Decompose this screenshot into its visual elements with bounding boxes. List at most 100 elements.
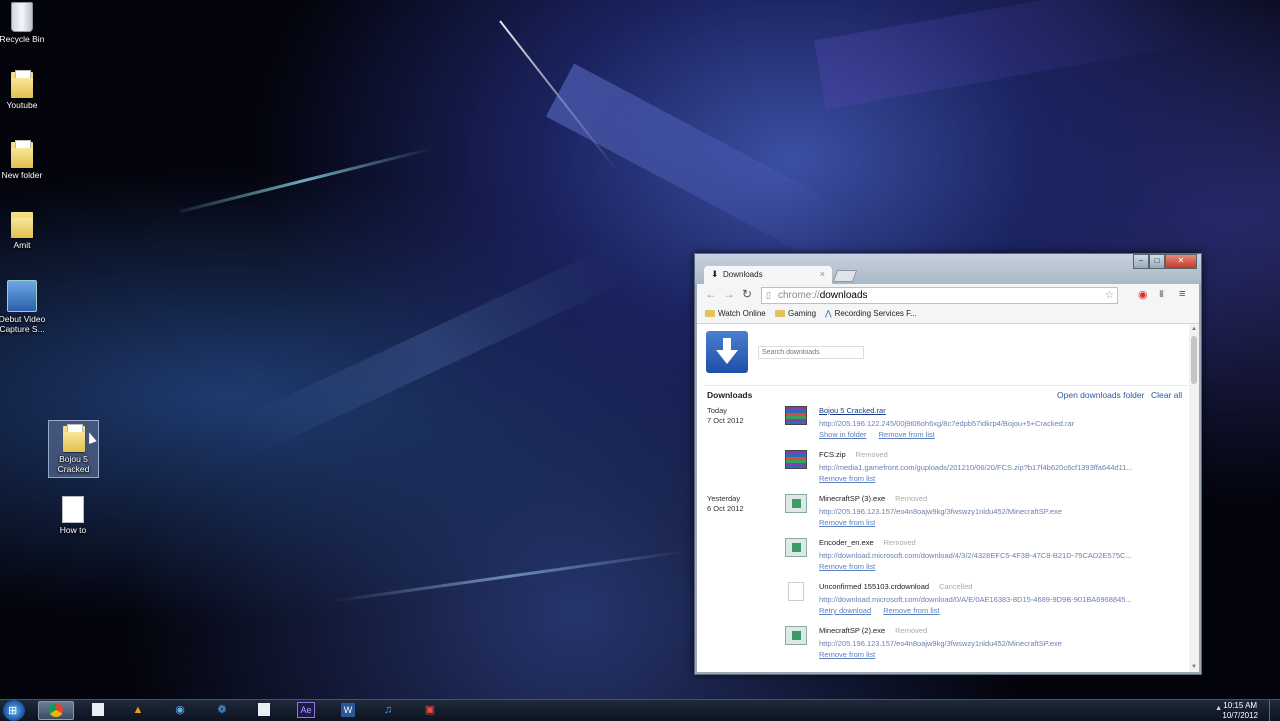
remove-from-list-link[interactable]: Remove from list [819,518,875,527]
page-scrollbar[interactable]: ▲ ▼ [1189,324,1199,672]
day-label: Yesterday [707,494,741,503]
tab-strip: ⬇ Downloads × – □ ✕ [695,254,1201,284]
bookmarks-bar: Watch Online Gaming ⋀ Recording Services … [697,306,1199,324]
address-bar[interactable]: ▯ chrome://downloads ☆ [761,287,1118,304]
text-file-icon [62,496,84,523]
signal-icon[interactable]: ▮ [1159,288,1164,299]
download-url[interactable]: http://download.microsoft.com/download/0… [819,595,1159,604]
download-status: Removed [895,494,928,503]
scroll-down-icon[interactable]: ▼ [1191,664,1197,670]
remove-from-list-link[interactable]: Remove from list [819,650,875,659]
download-item: MinecraftSP (3).exe Removed http://205.19… [785,494,1185,534]
after-effects-icon: Ae [297,702,315,718]
app-icon [92,703,104,716]
system-clock[interactable]: 10:15 AM 10/7/2012 [1222,701,1258,721]
desktop-icon-amit[interactable]: Amit [0,210,55,250]
desktop-icon-how-to[interactable]: How to [40,496,106,535]
show-in-folder-link[interactable]: Show in folder [819,430,867,439]
tab-downloads[interactable]: ⬇ Downloads × [704,266,832,284]
desktop-icon-debut[interactable]: Debut Video Capture S... [0,280,55,334]
download-url[interactable]: http://205.196.123.157/eo4n8oajw9kg/3fws… [819,507,1159,516]
bookmark-icon: ⋀ [825,309,832,318]
back-icon[interactable]: ← [705,287,717,301]
download-url[interactable]: http://205.196.123.157/eo4n8oajw9kg/3fws… [819,639,1159,648]
tab-title: Downloads [723,270,763,279]
clock-time: 10:15 AM [1223,701,1258,710]
desktop-icon-recycle-bin[interactable]: Recycle Bin [0,2,55,44]
folder-icon [705,310,715,317]
download-actions: Show in folder Remove from list [819,430,945,439]
tab-close-icon[interactable]: × [820,269,825,279]
forward-icon[interactable]: → [723,287,735,301]
retry-download-link[interactable]: Retry download [819,606,871,615]
download-actions: Remove from list [819,650,885,659]
download-url[interactable]: http://media1.gamefront.com/guploads/201… [819,463,1159,472]
taskbar-word[interactable]: W [330,701,366,720]
desktop-icon-new-folder[interactable]: New folder [0,140,55,180]
remove-from-list-link[interactable]: Remove from list [819,474,875,483]
taskbar-photoshop[interactable]: ❁ [204,701,240,720]
windows-logo-icon: ⊞ [8,705,18,717]
maximize-button[interactable]: □ [1149,254,1165,269]
start-button[interactable]: ⊞ [3,700,25,721]
taskbar-app[interactable] [246,701,282,720]
new-tab-button[interactable] [832,270,858,282]
day-group-today: Today 7 Oct 2012 [707,406,744,426]
taskbar-media[interactable]: ◉ [162,701,198,720]
download-item: Encoder_en.exe Removed http://download.mi… [785,538,1185,578]
open-downloads-folder-link[interactable]: Open downloads folder [1057,390,1144,400]
download-status: Removed [855,450,888,459]
menu-icon[interactable]: ≡ [1179,288,1185,300]
desktop-icon-youtube[interactable]: Youtube [0,70,55,110]
bookmark-gaming[interactable]: Gaming [775,309,816,318]
download-status: Cancelled [939,582,973,591]
app-icon: ▣ [424,704,436,716]
search-downloads-input[interactable] [758,346,864,359]
wallpaper-streak [179,147,433,213]
close-button[interactable]: ✕ [1165,254,1197,269]
tray-chevron-icon[interactable]: ▲ [1215,705,1222,712]
chrome-icon [49,703,63,717]
bookmark-star-icon[interactable]: ☆ [1105,288,1114,303]
download-name[interactable]: Bojou 5 Cracked.rar [819,406,886,415]
remove-from-list-link[interactable]: Remove from list [879,430,935,439]
download-status: Removed [895,626,928,635]
address-url: chrome://downloads [778,288,868,303]
extension-icon[interactable]: ◉ [1138,288,1148,301]
folder-icon [775,310,785,317]
desktop-icon-label: How to [59,525,87,535]
bookmark-recording-services[interactable]: ⋀ Recording Services F... [825,309,917,318]
desktop-icon-label: New folder [1,170,43,180]
taskbar-app[interactable] [80,701,116,720]
remove-from-list-link[interactable]: Remove from list [819,562,875,571]
minimize-button[interactable]: – [1133,254,1149,269]
download-actions: Remove from list [819,562,885,571]
downloads-header: Downloads Open downloads folder Clear al… [705,385,1187,400]
taskbar-app[interactable]: ▣ [412,701,448,720]
taskbar-itunes[interactable]: ♫ [370,701,406,720]
recycle-bin-icon [11,2,33,32]
folder-icon [11,140,33,168]
desktop-icon-label: Recycle Bin [0,34,45,44]
taskbar-vlc[interactable]: ▲ [120,701,156,720]
reload-icon[interactable]: ↻ [742,287,752,301]
chrome-window[interactable]: ⬇ Downloads × – □ ✕ ← → ↻ ▯ chrome://dow… [694,253,1202,675]
scrollbar-thumb[interactable] [1191,336,1197,384]
taskbar: ⊞ ▲ ◉ ❁ Ae W ♫ ▣ ▲ 10:15 AM 10/7/2012 [0,699,1280,721]
bookmark-watch-online[interactable]: Watch Online [705,309,766,318]
vlc-icon: ▲ [132,704,144,716]
scroll-up-icon[interactable]: ▲ [1191,326,1197,332]
clear-all-link[interactable]: Clear all [1151,390,1182,400]
download-name-row: Unconfirmed 155103.crdownload Cancelled [819,582,972,591]
desktop-icon-bojou[interactable]: Bojou 5 Cracked [48,420,99,478]
download-url[interactable]: http://205.196.122.245/00j9t06oh6xg/8c7e… [819,419,1159,428]
folder-icon [62,424,85,452]
wallpaper-streak [329,549,687,603]
rar-icon [785,450,807,469]
show-desktop-button[interactable] [1269,700,1280,721]
taskbar-after-effects[interactable]: Ae [288,701,324,720]
remove-from-list-link[interactable]: Remove from list [883,606,939,615]
folder-icon [11,70,33,98]
taskbar-chrome[interactable] [38,701,74,720]
download-url[interactable]: http://download.microsoft.com/download/4… [819,551,1159,560]
